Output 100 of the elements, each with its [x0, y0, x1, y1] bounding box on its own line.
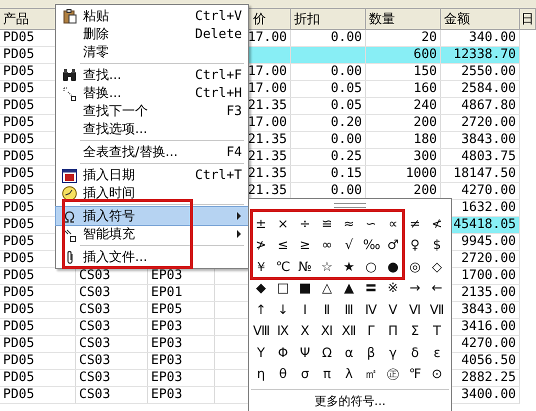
symbol-button[interactable]: β: [363, 346, 379, 362]
table-cell: 4803.75: [441, 149, 520, 166]
symbol-button[interactable]: Ⅸ: [275, 324, 291, 340]
symbol-button[interactable]: Σ: [407, 324, 423, 340]
clock-icon: [62, 186, 77, 200]
table-cell: 2584.00: [441, 81, 520, 98]
column-header[interactable]: 金额: [441, 9, 520, 30]
table-cell: CS03: [76, 285, 148, 302]
symbol-button[interactable]: Ⅵ: [407, 302, 423, 319]
symbol-button[interactable]: ㊣: [385, 367, 401, 384]
symbol-button[interactable]: Ψ: [297, 346, 313, 362]
symbol-button[interactable]: Ⅹ: [297, 324, 313, 340]
symbol-button[interactable]: ★: [341, 260, 357, 276]
table-cell: 300: [366, 149, 441, 166]
symbol-button[interactable]: ‰: [363, 238, 379, 254]
symbol-button[interactable]: ℉: [407, 367, 423, 384]
symbol-button[interactable]: ▲: [341, 281, 357, 298]
symbol-button[interactable]: Ⅻ: [341, 324, 357, 340]
symbol-button[interactable]: ×: [275, 216, 291, 233]
symbol-button[interactable]: √: [341, 238, 357, 254]
column-header[interactable]: 数量: [366, 9, 441, 30]
symbol-button[interactable]: Φ: [275, 346, 291, 362]
symbol-button[interactable]: ㎡: [363, 367, 379, 384]
symbol-button[interactable]: Υ: [253, 346, 269, 362]
symbol-button[interactable]: □: [275, 281, 291, 298]
symbol-button[interactable]: Ⅲ: [341, 302, 357, 319]
table-cell: 0.05: [291, 98, 366, 115]
symbol-button[interactable]: ※: [385, 281, 401, 298]
symbol-button[interactable]: ◆: [253, 281, 269, 298]
symbol-button[interactable]: Ⅰ: [297, 302, 313, 319]
symbol-button[interactable]: №: [297, 260, 313, 276]
column-header[interactable]: 折扣: [291, 9, 366, 30]
symbol-button[interactable]: ≈: [341, 216, 357, 233]
symbol-button[interactable]: ∽: [363, 216, 379, 233]
table-cell: 200: [366, 115, 441, 132]
table-cell: 0.05: [291, 81, 366, 98]
table-cell: 0.15: [291, 166, 366, 183]
symbol-button[interactable]: σ: [297, 367, 313, 384]
symbol-button[interactable]: ☆: [319, 260, 335, 276]
table-cell: EP05: [148, 302, 215, 319]
symbol-button[interactable]: ○: [363, 260, 379, 276]
symbol-button[interactable]: Ⅱ: [319, 302, 335, 319]
symbol-button[interactable]: η: [253, 367, 269, 384]
table-cell: EP03: [148, 370, 215, 387]
symbol-button[interactable]: ♂: [385, 238, 401, 254]
symbol-button[interactable]: ♀: [407, 238, 423, 254]
symbol-button[interactable]: ◎: [407, 260, 423, 276]
symbol-button[interactable]: Ⅷ: [253, 324, 269, 340]
symbol-button[interactable]: Ⅳ: [363, 302, 379, 319]
clipboard-icon: [62, 8, 76, 24]
symbol-button[interactable]: ≤: [275, 238, 291, 254]
symbol-button[interactable]: ↓: [275, 302, 291, 319]
symbol-button[interactable]: γ: [385, 346, 401, 362]
symbol-button[interactable]: Π: [385, 324, 401, 340]
symbol-button[interactable]: ±: [253, 216, 269, 233]
symbol-button[interactable]: △: [319, 281, 335, 298]
symbol-button[interactable]: Γ: [363, 324, 379, 340]
symbol-button[interactable]: ÷: [297, 216, 313, 233]
symbol-button[interactable]: ∞: [319, 238, 335, 254]
table-cell: 600: [366, 47, 441, 64]
table-cell: 4867.80: [441, 98, 520, 115]
table-cell: PD05: [0, 302, 76, 319]
table-cell: CS03: [76, 268, 148, 285]
symbol-button[interactable]: δ: [407, 346, 423, 362]
table-cell: PD05: [0, 285, 76, 302]
table-cell: CS03: [76, 319, 148, 336]
omega-icon: [63, 210, 76, 222]
symbol-button[interactable]: 〓: [363, 281, 379, 298]
symbol-button[interactable]: ≯: [253, 238, 269, 254]
paperclip-icon: [64, 250, 74, 264]
symbol-button[interactable]: Ⅴ: [385, 302, 401, 319]
menu-item[interactable]: 插入符号: [56, 207, 248, 225]
symbol-button[interactable]: π: [319, 367, 335, 384]
table-cell: CS03: [76, 353, 148, 370]
column-header[interactable]: 日: [520, 9, 536, 30]
symbol-button[interactable]: Ω: [319, 346, 335, 362]
symbol-button[interactable]: ￥: [253, 260, 269, 276]
symbol-button[interactable]: θ: [275, 367, 291, 384]
symbol-button[interactable]: ∝: [385, 216, 401, 233]
table-cell: CS03: [76, 387, 148, 404]
symbol-button[interactable]: ●: [385, 260, 401, 276]
symbol-button[interactable]: →: [407, 281, 423, 298]
symbol-button[interactable]: α: [341, 346, 357, 362]
table-cell: 1000: [366, 166, 441, 183]
table-cell: 180: [366, 132, 441, 149]
table-cell: 3843.00: [441, 132, 520, 149]
more-symbols-button[interactable]: 更多的符号...: [310, 392, 390, 411]
symbol-button[interactable]: ■: [297, 281, 313, 298]
symbol-button[interactable]: ≠: [407, 216, 423, 233]
fill-icon: [62, 226, 77, 242]
symbol-button[interactable]: ℃: [275, 260, 291, 276]
table-cell: EP03: [148, 319, 215, 336]
table-cell: EP03: [148, 387, 215, 404]
symbol-button[interactable]: ≌: [319, 216, 335, 233]
symbol-button[interactable]: ↑: [253, 302, 269, 319]
symbol-button[interactable]: ≥: [297, 238, 313, 254]
symbol-button[interactable]: Ⅺ: [319, 324, 335, 340]
symbol-button[interactable]: λ: [341, 367, 357, 384]
table-cell: 240: [366, 98, 441, 115]
table-cell: 0.00: [291, 132, 366, 149]
